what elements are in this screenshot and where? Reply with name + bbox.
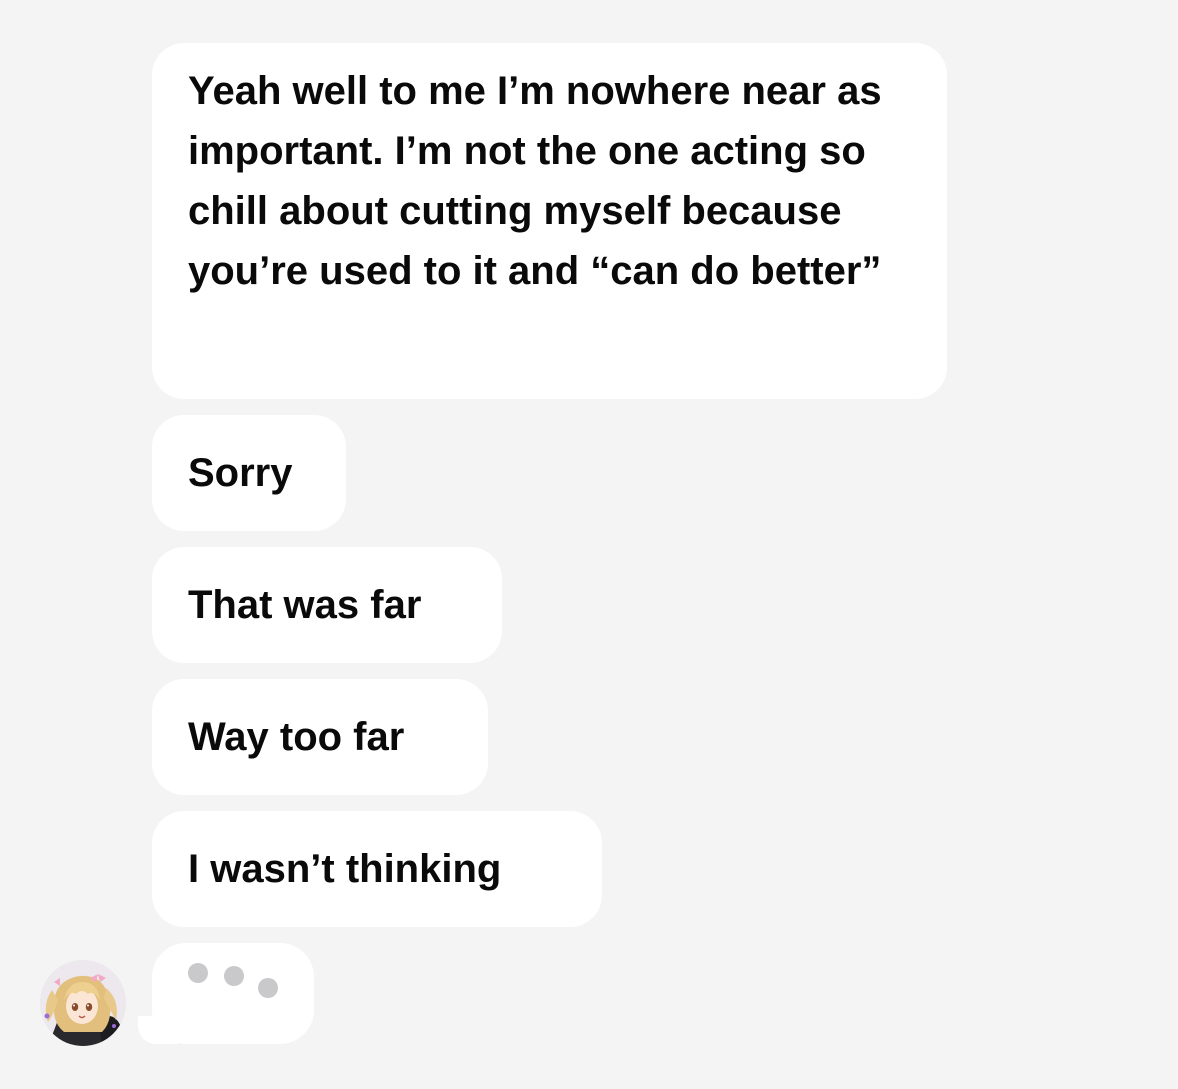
message-text: I wasn’t thinking	[188, 847, 502, 891]
typing-indicator	[152, 943, 314, 1044]
message-bubble-4[interactable]: Way too far	[152, 679, 488, 795]
message-bubble-3[interactable]: That was far	[152, 547, 502, 663]
message-text: Way too far	[188, 715, 405, 759]
message-text: Yeah well to me I’m nowhere near as impo…	[188, 69, 882, 293]
message-text: That was far	[188, 583, 422, 627]
avatar-icon[interactable]	[40, 960, 126, 1046]
message-bubble-2[interactable]: Sorry	[152, 415, 346, 531]
message-bubble-5[interactable]: I wasn’t thinking	[152, 811, 602, 927]
typing-dot-icon	[224, 966, 244, 986]
anime-girl-avatar-icon	[40, 960, 126, 1046]
typing-dot-icon	[258, 978, 278, 998]
message-thread: Yeah well to me I’m nowhere near as impo…	[0, 0, 1178, 1089]
typing-dot-icon	[188, 963, 208, 983]
message-text: Sorry	[188, 451, 293, 495]
message-bubble-1[interactable]: Yeah well to me I’m nowhere near as impo…	[152, 43, 947, 399]
